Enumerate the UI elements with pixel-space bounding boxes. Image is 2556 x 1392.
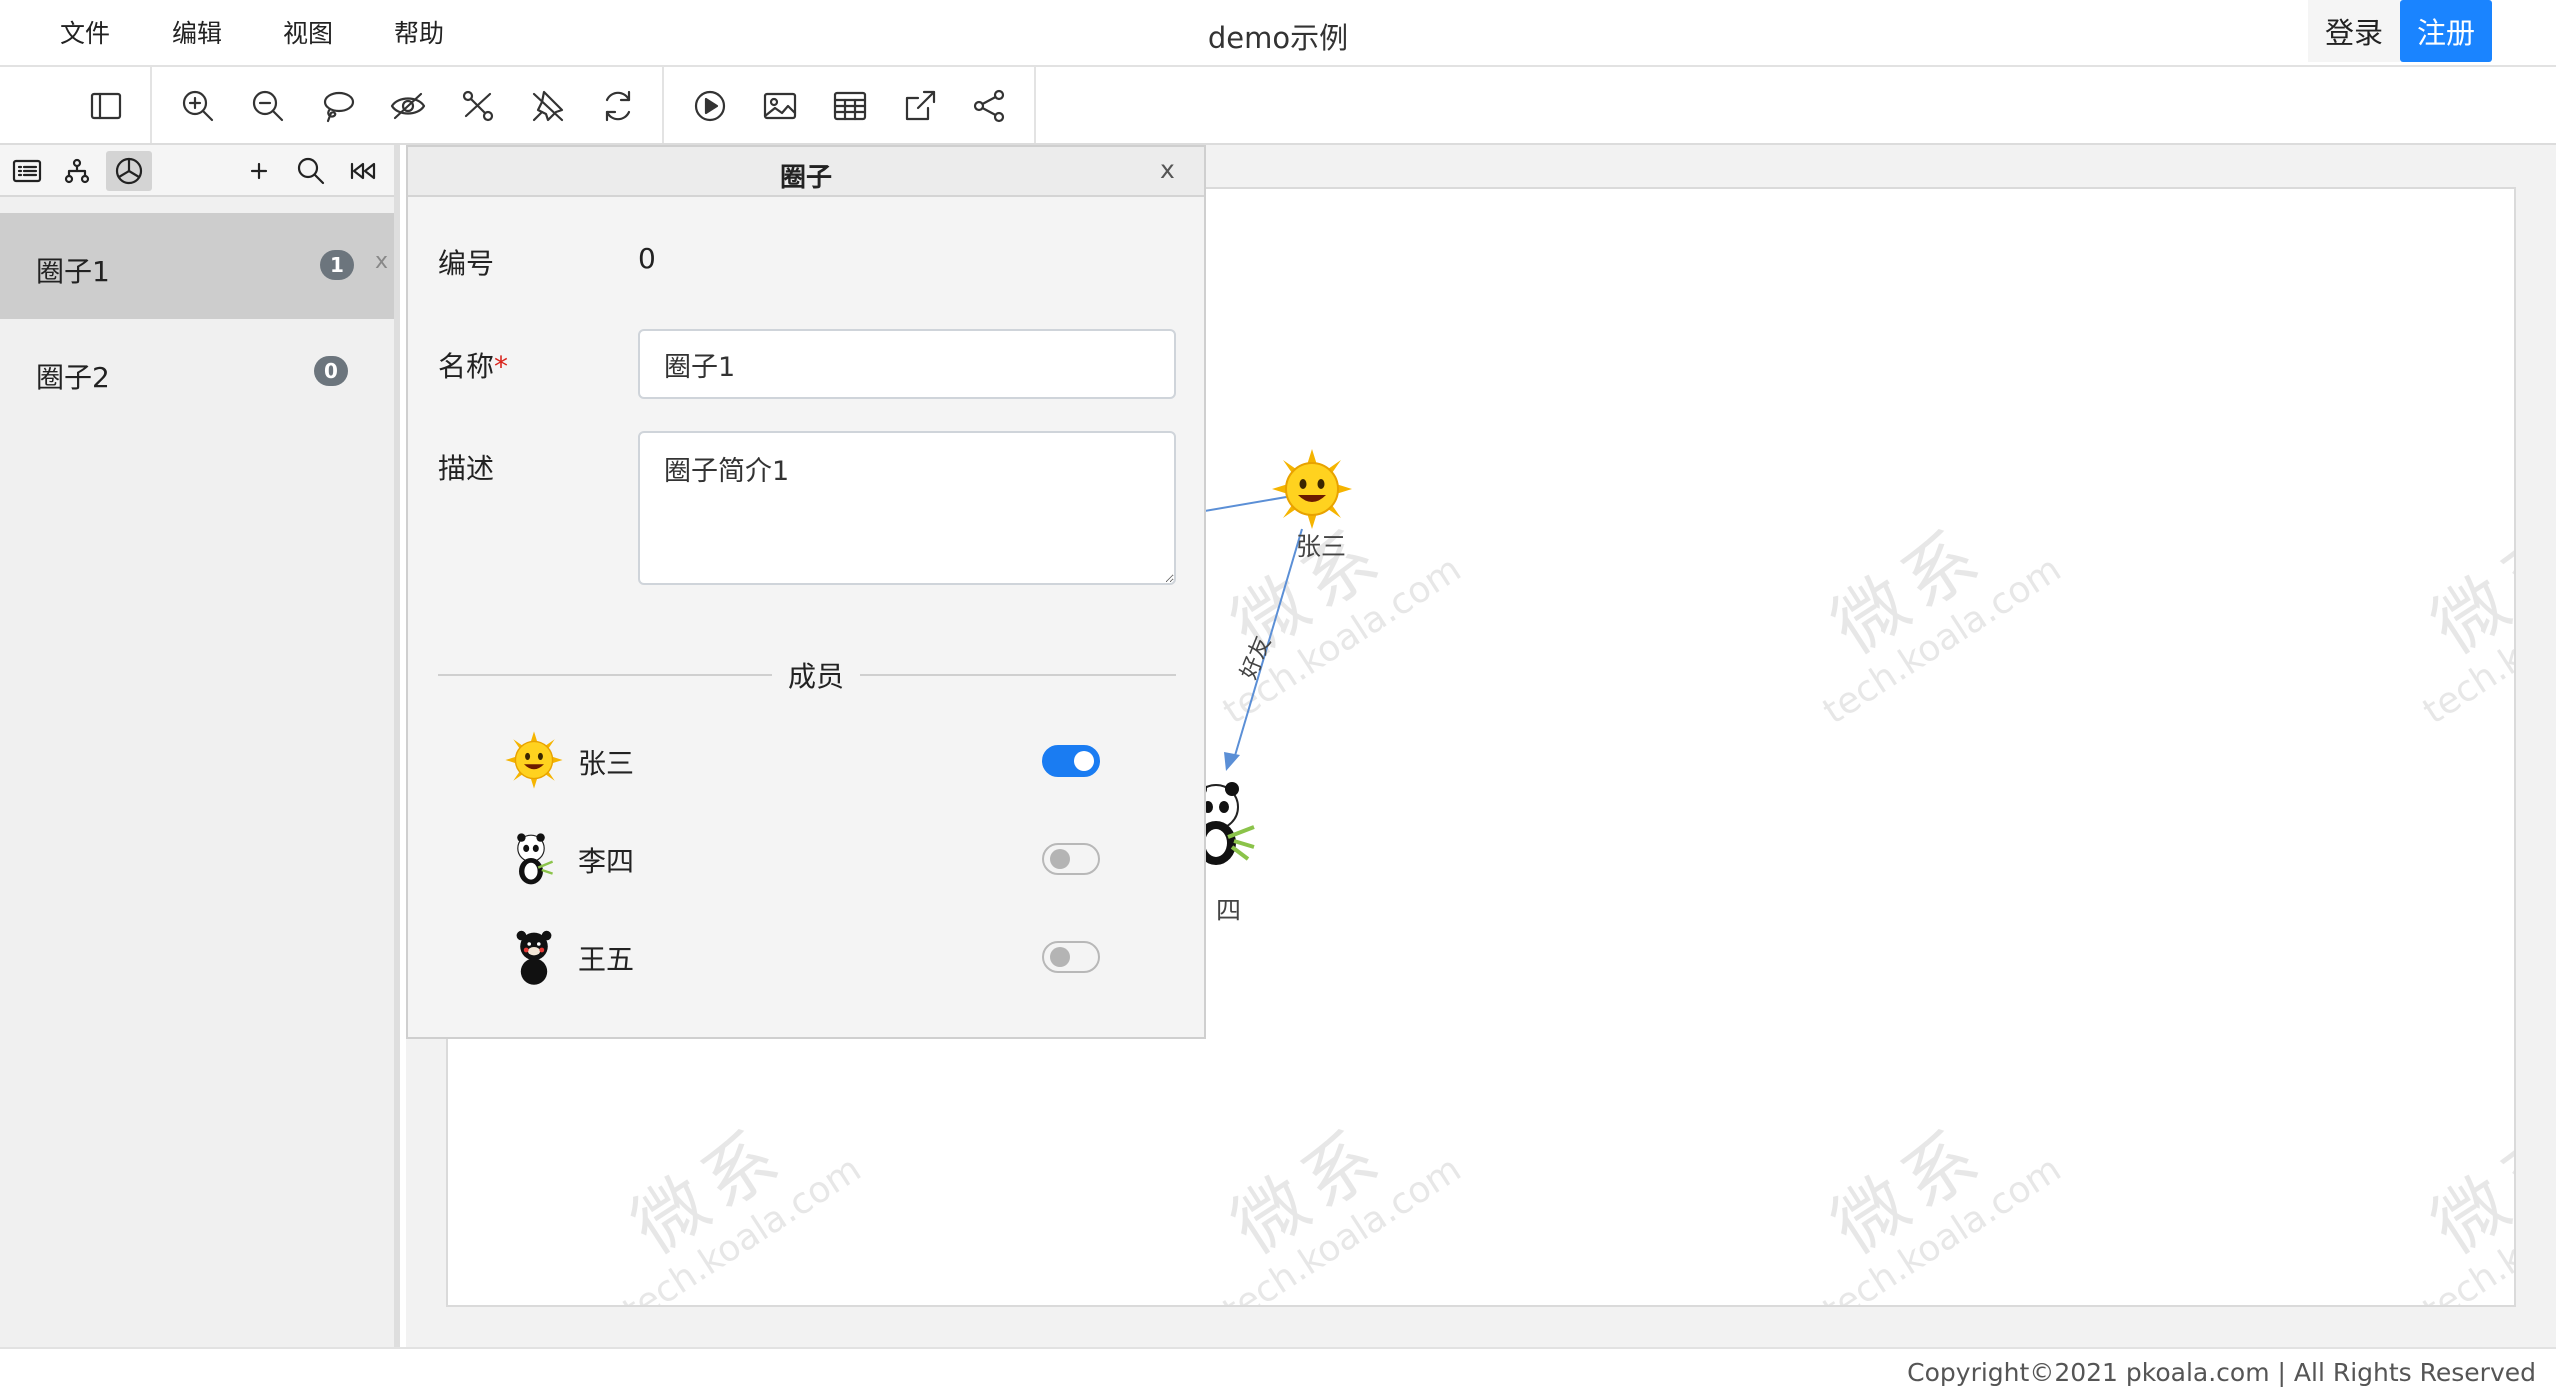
- id-value: 0: [638, 242, 656, 275]
- member-name: 王五: [578, 943, 635, 976]
- member-row: 李四: [504, 828, 1104, 888]
- lasso-icon[interactable]: [316, 84, 360, 128]
- name-input[interactable]: [638, 329, 1176, 399]
- sidebar-toggle-icon[interactable]: [84, 84, 128, 128]
- name-label: 名称*: [438, 350, 509, 383]
- eye-off-icon[interactable]: [386, 84, 430, 128]
- toolbar-divider: [1034, 67, 1036, 143]
- image-icon[interactable]: [758, 84, 802, 128]
- register-button[interactable]: 注册: [2400, 0, 2492, 62]
- table-icon[interactable]: [828, 84, 872, 128]
- circle-item-2[interactable]: 圈子2 0: [0, 319, 394, 425]
- login-button[interactable]: 登录: [2308, 0, 2400, 62]
- sun-avatar: [505, 731, 563, 789]
- circle-item-1[interactable]: 圈子1 1 x: [0, 213, 394, 319]
- pin-off-icon[interactable]: [526, 84, 570, 128]
- delete-circle-button[interactable]: x: [375, 249, 388, 274]
- menu-edit[interactable]: 编辑: [172, 14, 222, 50]
- member-toggle-switch[interactable]: [1042, 941, 1100, 973]
- switch-knob: [1074, 751, 1094, 771]
- menu-view[interactable]: 视图: [283, 14, 333, 50]
- hide-edge-icon[interactable]: [456, 84, 500, 128]
- edge-arrow-icon: [1224, 752, 1240, 771]
- hierarchy-icon[interactable]: [54, 151, 100, 191]
- circle-dialog: 圈子 x 编号 0 名称* 描述 圈子简介1 成员 张三: [406, 145, 1206, 1039]
- id-label: 编号: [438, 247, 495, 280]
- required-marker: *: [494, 350, 509, 383]
- share-icon[interactable]: [968, 84, 1012, 128]
- left-panel-tabs: [0, 145, 394, 197]
- members-title: 成员: [772, 655, 861, 695]
- dialog-header[interactable]: 圈子 x: [408, 147, 1204, 197]
- node-label: 四: [1216, 896, 1242, 925]
- menubar: 文件 编辑 视图 帮助 demo示例 登录 注册: [0, 0, 2556, 67]
- member-count-badge: 1: [320, 250, 354, 280]
- toolbar-divider: [662, 67, 664, 143]
- play-icon[interactable]: [688, 84, 732, 128]
- description-label: 描述: [438, 452, 495, 485]
- member-count-badge: 0: [314, 356, 348, 386]
- panda-avatar: [517, 833, 554, 885]
- switch-knob: [1050, 849, 1070, 869]
- zoom-in-icon[interactable]: [176, 84, 220, 128]
- copyright-text: Copyright©2021 pkoala.com | All Rights R…: [1907, 1358, 2536, 1387]
- zoom-out-icon[interactable]: [246, 84, 290, 128]
- sun-avatar[interactable]: [1270, 447, 1354, 531]
- member-row: 张三: [504, 730, 1104, 790]
- member-toggle-switch[interactable]: [1042, 745, 1100, 777]
- dialog-title: 圈子: [779, 163, 832, 193]
- refresh-icon[interactable]: [596, 84, 640, 128]
- member-name: 李四: [578, 845, 635, 878]
- node-label: 张三: [1296, 532, 1347, 561]
- search-icon[interactable]: [288, 151, 334, 191]
- list-icon[interactable]: [4, 151, 50, 191]
- export-icon[interactable]: [898, 84, 942, 128]
- member-row: 王五: [504, 926, 1104, 986]
- pie-chart-icon[interactable]: [106, 151, 152, 191]
- close-button[interactable]: x: [1160, 155, 1175, 184]
- footer: Copyright©2021 pkoala.com | All Rights R…: [0, 1347, 2556, 1392]
- toolbar: [0, 67, 2556, 145]
- switch-knob: [1050, 947, 1070, 967]
- add-icon[interactable]: [236, 151, 282, 191]
- app-title: demo示例: [1207, 21, 1349, 55]
- member-toggle-switch[interactable]: [1042, 843, 1100, 875]
- circle-name: 圈子1: [36, 255, 110, 288]
- toolbar-divider: [150, 67, 152, 143]
- menu-help[interactable]: 帮助: [394, 14, 444, 50]
- left-panel: 圈子1 1 x 圈子2 0: [0, 145, 400, 1347]
- member-name: 张三: [578, 747, 635, 780]
- circle-name: 圈子2: [36, 361, 110, 394]
- menu-file[interactable]: 文件: [60, 14, 110, 50]
- rewind-icon[interactable]: [340, 151, 386, 191]
- description-textarea[interactable]: 圈子简介1: [638, 431, 1176, 585]
- bear-avatar: [516, 930, 552, 985]
